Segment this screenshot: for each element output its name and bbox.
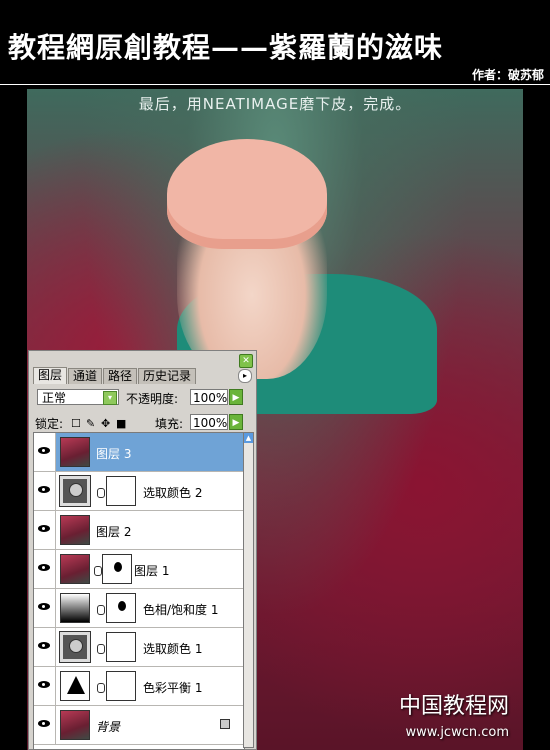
layer-mask [106,671,136,701]
photo-caption: 最后，用NEATIMAGE磨下皮，完成。 [138,95,412,113]
lock-label: 锁定: [35,417,64,431]
scrollbar[interactable]: ▲ [243,432,254,748]
layer-mask [106,632,136,662]
blend-row: 正常 ▾ 不透明度: 100% ▶ [33,388,252,408]
opacity-arrow-icon[interactable]: ▶ [229,389,243,405]
layers-palette: ✕ 图层 通道 路径 历史记录 ▸ 正常 ▾ 不透明度: 100% ▶ 锁定: … [28,350,257,750]
opacity-label: 不透明度: [126,392,179,406]
adjustment-thumbnail [60,593,90,623]
link-icon [94,566,102,576]
tab-paths[interactable]: 路径 [103,368,138,384]
visibility-eye-icon[interactable] [34,706,56,744]
palette-tabs: 图层 通道 路径 历史记录 ▸ [33,367,252,384]
opacity-input[interactable]: 100% [190,389,228,405]
layer-mask [106,476,136,506]
fill-input[interactable]: 100% [190,414,228,430]
divider [0,84,550,85]
author-credit: 作者：破苏郁 [471,68,544,82]
lock-all-icon[interactable]: ■ [116,417,126,430]
layer-thumbnail [60,710,90,740]
layer-row[interactable]: 图层 1 [34,550,244,589]
link-icon [97,605,105,615]
layer-row[interactable]: 背景 [34,706,244,745]
fill-arrow-icon[interactable]: ▶ [229,414,243,430]
blend-mode-value: 正常 [42,391,67,405]
layer-row[interactable]: 色相/饱和度 1 [34,589,244,628]
tab-channels[interactable]: 通道 [68,368,103,384]
layer-mask [106,593,136,623]
layer-row[interactable]: 选取颜色 2 [34,472,244,511]
link-icon [97,488,105,498]
watermark-url: www.jcwcn.com [405,725,509,740]
lock-row: 锁定: ☐ ✎ ✥ ■ 填充: 100% ▶ [33,413,252,433]
visibility-eye-icon[interactable] [34,472,56,510]
visibility-eye-icon[interactable] [34,433,56,471]
watermark-logo: 中国教程网 [398,694,509,719]
layer-row[interactable]: 色彩平衡 1 [34,667,244,706]
adjustment-thumbnail [59,475,91,507]
chevron-down-icon[interactable]: ▾ [103,391,117,405]
scroll-up-icon[interactable]: ▲ [244,433,253,443]
layer-name: 背景 [96,720,121,734]
blend-mode-select[interactable]: 正常 ▾ [37,389,119,405]
layer-name: 选取颜色 2 [143,486,203,500]
lock-move-icon[interactable]: ✥ [101,417,110,430]
visibility-eye-icon[interactable] [34,589,56,627]
layer-row[interactable]: 图层 2 [34,511,244,550]
visibility-eye-icon[interactable] [34,550,56,588]
layer-row[interactable]: 图层 3 [34,433,244,472]
adjustment-thumbnail [59,631,91,663]
layer-name: 色相/饱和度 1 [143,603,219,617]
layer-name: 选取颜色 1 [143,642,203,656]
lock-icon [220,719,230,729]
visibility-eye-icon[interactable] [34,511,56,549]
layer-name: 图层 3 [96,447,132,461]
layer-thumbnail [60,437,90,467]
adjustment-thumbnail [60,671,90,701]
layers-list: 图层 3 选取颜色 2 图层 2 图层 1 色相/饱和度 1 选取颜色 1 色彩… [33,432,245,750]
lock-paint-icon[interactable]: ✎ [86,417,95,430]
layer-mask [102,554,132,584]
layer-row[interactable]: 选取颜色 1 [34,628,244,667]
lock-transparency-icon[interactable]: ☐ [71,417,81,430]
layer-name: 图层 1 [134,564,170,578]
close-icon[interactable]: ✕ [239,354,253,368]
page-title: 教程網原創教程——紫羅蘭的滋味 [8,31,444,64]
tab-history[interactable]: 历史记录 [138,368,197,384]
layer-thumbnail [60,554,90,584]
layer-name: 色彩平衡 1 [143,681,203,695]
photo-hat [167,139,327,249]
layer-name: 图层 2 [96,525,132,539]
link-icon [97,644,105,654]
layer-thumbnail [60,515,90,545]
tab-layers[interactable]: 图层 [33,367,68,384]
visibility-eye-icon[interactable] [34,667,56,705]
link-icon [97,683,105,693]
palette-menu-icon[interactable]: ▸ [238,369,252,383]
visibility-eye-icon[interactable] [34,628,56,666]
fill-label: 填充: [155,417,184,431]
